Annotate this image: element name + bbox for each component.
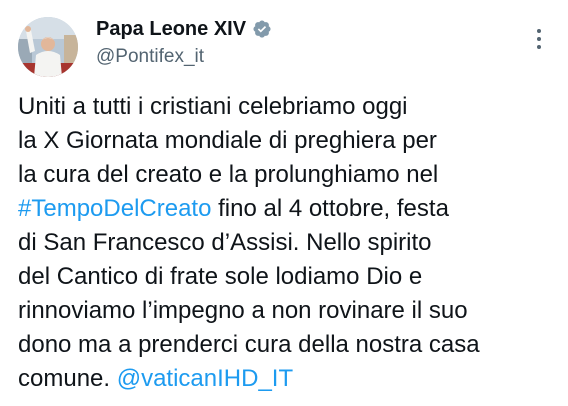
tweet-text: Uniti a tutti i cristiani celebriamo ogg… (18, 90, 558, 396)
avatar-photo (18, 17, 78, 77)
tweet-line: dono ma a prenderci cura della nostra ca… (18, 328, 558, 362)
verified-badge-icon[interactable] (252, 19, 272, 39)
tweet-card: Papa Leone XIV @Pontifex_it Uniti a tutt… (0, 0, 568, 406)
tweet-line: Uniti a tutti i cristiani celebriamo ogg… (18, 90, 558, 124)
tweet-line: rinnoviamo l’impegno a non rovinare il s… (18, 294, 558, 328)
author-handle[interactable]: @Pontifex_it (96, 46, 272, 68)
author-display-name[interactable]: Papa Leone XIV (96, 18, 246, 41)
tweet-line: comune. @vaticanIHD_IT (18, 362, 558, 396)
tweet-text-segment: rinnoviamo l’impegno a non rovinare il s… (18, 297, 468, 324)
tweet-text-segment: comune. (18, 365, 117, 392)
more-options-icon[interactable] (530, 26, 548, 52)
tweet-line: la X Giornata mondiale di preghiera per (18, 124, 558, 158)
tweet-text-segment: Uniti a tutti i cristiani celebriamo ogg… (18, 93, 408, 120)
tweet-text-segment: la X Giornata mondiale di preghiera per (18, 127, 437, 154)
tweet-text-segment: di San Francesco d’Assisi. Nello spirito (18, 229, 432, 256)
tweet-line: la cura del creato e la prolunghiamo nel (18, 158, 558, 192)
author-name-row: Papa Leone XIV (96, 16, 272, 42)
hashtag-link[interactable]: #TempoDelCreato (18, 195, 211, 222)
tweet-text-segment: la cura del creato e la prolunghiamo nel (18, 161, 439, 188)
author-block: Papa Leone XIV @Pontifex_it (96, 16, 272, 68)
avatar[interactable] (18, 17, 78, 77)
tweet-line: del Cantico di frate sole lodiamo Dio e (18, 260, 558, 294)
tweet-text-segment: dono ma a prenderci cura della nostra ca… (18, 331, 480, 358)
mention-link[interactable]: @vaticanIHD_IT (117, 365, 293, 392)
tweet-line: di San Francesco d’Assisi. Nello spirito (18, 226, 558, 260)
tweet-line: #TempoDelCreato fino al 4 ottobre, festa (18, 192, 558, 226)
tweet-text-segment: del Cantico di frate sole lodiamo Dio e (18, 263, 423, 290)
tweet-text-segment: fino al 4 ottobre, festa (211, 195, 449, 222)
